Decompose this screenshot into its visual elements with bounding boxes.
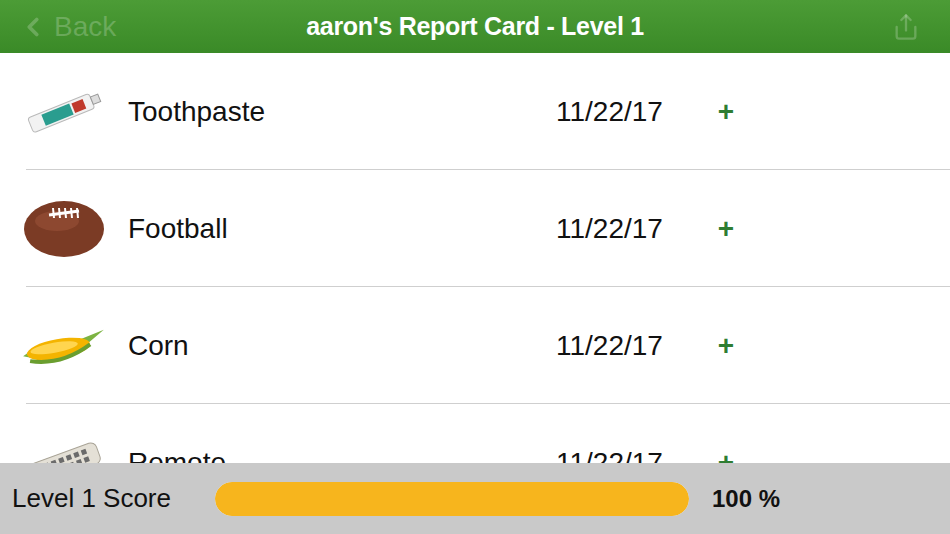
item-result: +	[716, 447, 736, 464]
result-list: Toothpaste11/22/17+Football11/22/17+Corn…	[0, 53, 950, 463]
screen-title: aaron's Report Card - Level 1	[306, 12, 644, 41]
item-thumbnail	[16, 306, 112, 386]
score-bar: Level 1 Score 100 %	[0, 463, 950, 534]
score-label: Level 1 Score	[12, 483, 215, 514]
item-thumbnail	[16, 72, 112, 152]
item-result: +	[716, 96, 736, 128]
chevron-left-icon	[18, 12, 48, 42]
back-button[interactable]: Back	[0, 11, 306, 43]
football-icon	[21, 197, 107, 261]
item-thumbnail	[16, 423, 112, 464]
report-card-screen: Backaaron's Report Card - Level 1Toothpa…	[0, 0, 950, 534]
item-name: Corn	[128, 330, 556, 362]
score-progress-fill	[215, 482, 689, 516]
nav-bar: Backaaron's Report Card - Level 1	[0, 0, 950, 53]
share-button[interactable]	[892, 13, 950, 41]
result-row[interactable]: Corn11/22/17+	[0, 287, 950, 404]
result-row[interactable]: Toothpaste11/22/17+	[0, 53, 950, 170]
corn-icon	[18, 321, 110, 371]
item-date: 11/22/17	[556, 447, 716, 464]
item-date: 11/22/17	[556, 96, 716, 128]
item-result: +	[716, 330, 736, 362]
remote-icon	[18, 433, 110, 464]
result-row[interactable]: Football11/22/17+	[0, 170, 950, 287]
item-name: Toothpaste	[128, 96, 556, 128]
item-date: 11/22/17	[556, 330, 716, 362]
item-thumbnail	[16, 189, 112, 269]
item-result: +	[716, 213, 736, 245]
score-progress	[215, 482, 689, 516]
item-name: Football	[128, 213, 556, 245]
score-reading: 100 %	[712, 485, 780, 513]
result-row[interactable]: Remote11/22/17+	[0, 404, 950, 463]
item-date: 11/22/17	[556, 213, 716, 245]
item-name: Remote	[128, 447, 556, 464]
share-icon	[892, 13, 920, 41]
toothpaste-icon	[18, 82, 110, 142]
